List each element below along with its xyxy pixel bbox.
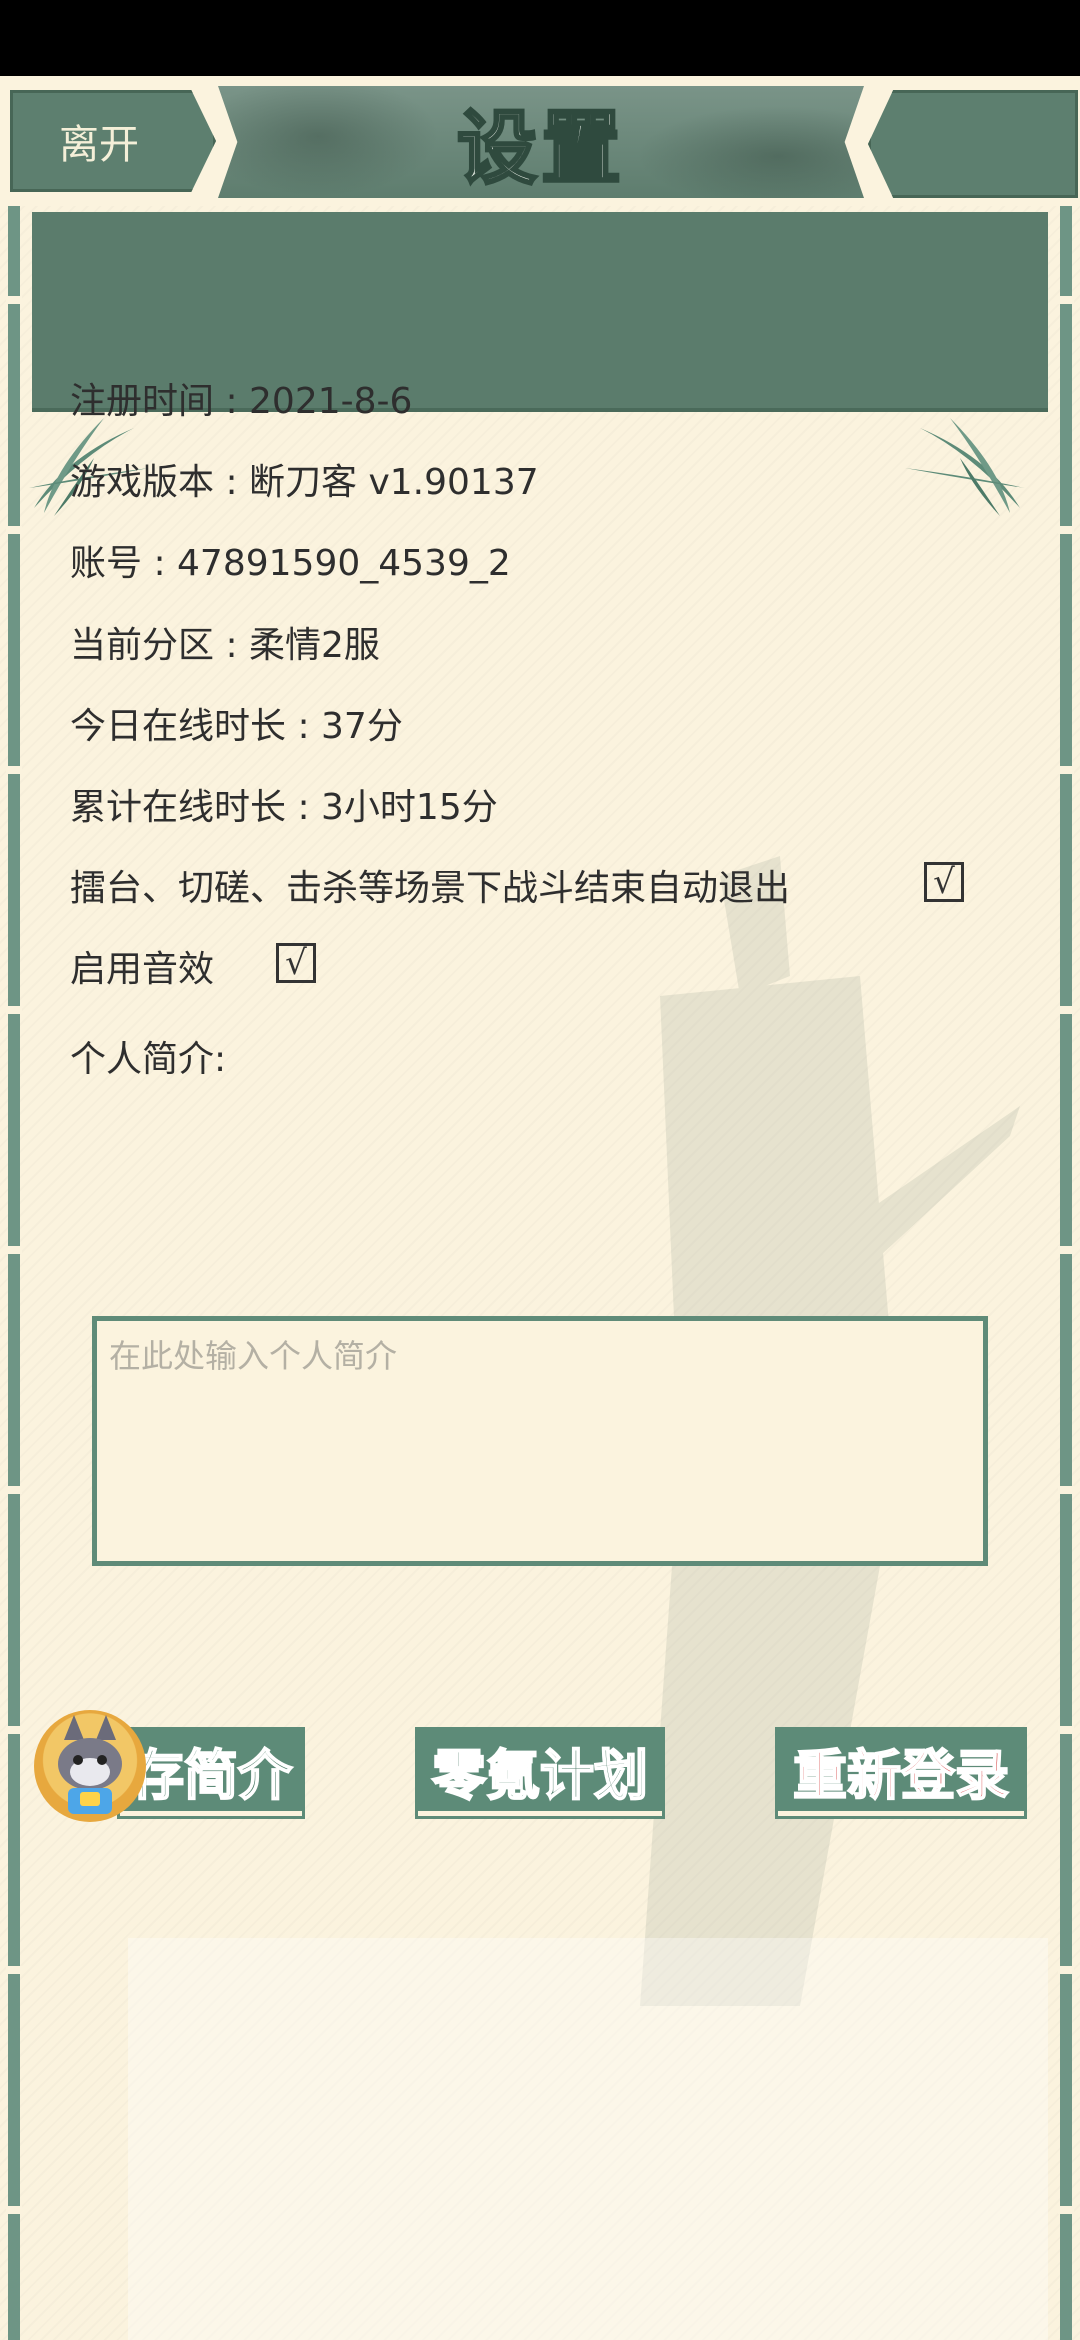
zero-krypton-plan-button[interactable]: 零氪计划 (415, 1727, 665, 1819)
checkmark-icon: √ (933, 862, 955, 902)
right-bamboo-border (1058, 206, 1074, 2340)
checkmark-icon: √ (285, 943, 307, 983)
today-online-text: 今日在线时长 : 37分 (70, 706, 403, 747)
relogin-button[interactable]: 重新登录 (775, 1727, 1027, 1819)
account-text: 账号 : 47891590_4539_2 (70, 543, 511, 584)
leave-button[interactable]: 离开 (10, 90, 216, 192)
current-server-text: 当前分区 : 柔情2服 (70, 625, 380, 666)
sound-label: 启用音效 (70, 949, 215, 990)
auto-exit-label: 擂台、切磋、击杀等场景下战斗结束自动退出 (70, 868, 791, 909)
mascot-icon (58, 1715, 122, 1814)
page-title: 设置 (456, 100, 625, 197)
left-bamboo-border (6, 206, 22, 2340)
profile-input[interactable] (97, 1321, 983, 1561)
plan-label: 零氪计划 (431, 1742, 649, 1808)
bamboo-leaves-right-icon (905, 418, 1025, 516)
profile-label: 个人简介: (70, 1039, 227, 1080)
relogin-label: 重新登录 (792, 1742, 1010, 1808)
right-banner (868, 90, 1078, 198)
settings-page: 离开 设置 注册时间: 2021-8-6 游戏版本: 断刀客 v1.9013… (0, 76, 1080, 2340)
leave-button-label: 离开 (59, 122, 139, 168)
title-banner: 设置 (218, 86, 864, 198)
sound-checkbox[interactable]: √ (276, 943, 316, 983)
profile-input-frame (92, 1316, 988, 1566)
floating-mascot-avatar[interactable] (34, 1710, 146, 1822)
save-profile-label: 存简介 (129, 1742, 293, 1808)
total-online-text: 累计在线时长 : 3小时15分 (70, 787, 498, 828)
header: 离开 设置 (0, 76, 1080, 206)
lower-panel (128, 1938, 1048, 2340)
save-profile-button[interactable]: 存简介 (117, 1727, 305, 1819)
game-version-text: 游戏版本 : 断刀客 v1.90137 (70, 462, 539, 503)
auto-exit-checkbox[interactable]: √ (924, 862, 964, 902)
status-bar (0, 0, 1080, 76)
register-time-text: 注册时间 : 2021-8-6 (70, 381, 413, 422)
